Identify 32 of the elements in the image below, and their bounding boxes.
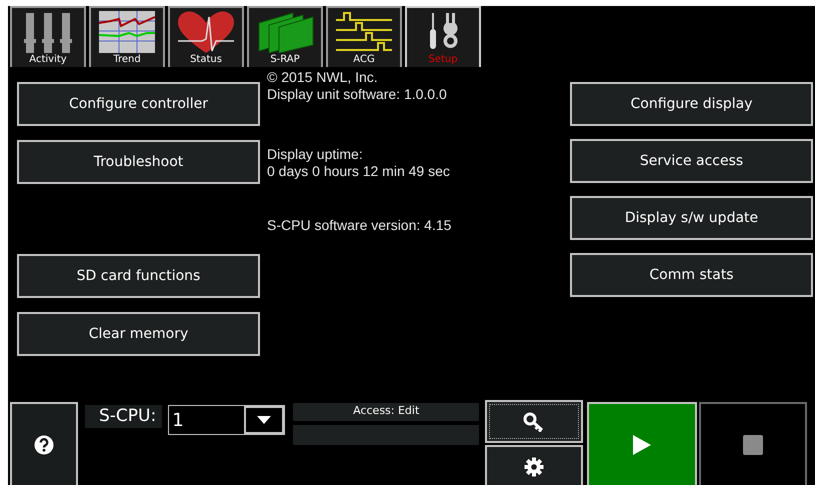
key-button[interactable] — [485, 400, 584, 443]
cpu-dropdown[interactable]: 1 — [168, 405, 286, 435]
menu-button[interactable]: Troubleshoot — [17, 140, 260, 184]
info-text: © 2015 NWL, Inc. — [267, 69, 379, 86]
cpu-label: S-CPU: — [85, 405, 162, 428]
menu-button[interactable]: Comm stats — [570, 253, 813, 297]
tab[interactable]: Status — [168, 6, 244, 67]
dropdown-arrow-icon — [257, 416, 272, 424]
menu-button[interactable]: SD card functions — [17, 254, 260, 298]
play-icon — [633, 434, 652, 454]
menu-button[interactable]: Service access — [570, 139, 813, 183]
menu-button[interactable]: Display s/w update — [570, 196, 813, 240]
tab[interactable]: ACG — [326, 6, 402, 67]
info-text: 0 days 0 hours 12 min 49 sec — [267, 163, 451, 180]
access-label: Access: Edit — [293, 403, 480, 421]
menu-button[interactable]: Configure display — [570, 82, 813, 126]
stop-icon — [743, 434, 764, 454]
info-text: S-CPU software version: 4.15 — [267, 217, 452, 234]
info-text: Display unit software: 1.0.0.0 — [267, 86, 448, 103]
menu-button[interactable]: Clear memory — [17, 312, 260, 356]
tab[interactable]: Trend — [89, 6, 165, 67]
heart-icon — [176, 11, 236, 53]
help-icon — [34, 434, 54, 454]
settings-button[interactable] — [485, 445, 584, 485]
help-button[interactable] — [10, 402, 78, 485]
tab[interactable]: S-RAP — [247, 6, 323, 67]
pulse-lines-icon — [334, 11, 394, 53]
trend-chart-icon — [99, 11, 155, 53]
info-text: Display uptime: — [267, 146, 364, 163]
tab[interactable]: Activity — [10, 6, 86, 67]
menu-button[interactable]: Configure controller — [17, 82, 260, 126]
key-icon — [523, 412, 546, 432]
